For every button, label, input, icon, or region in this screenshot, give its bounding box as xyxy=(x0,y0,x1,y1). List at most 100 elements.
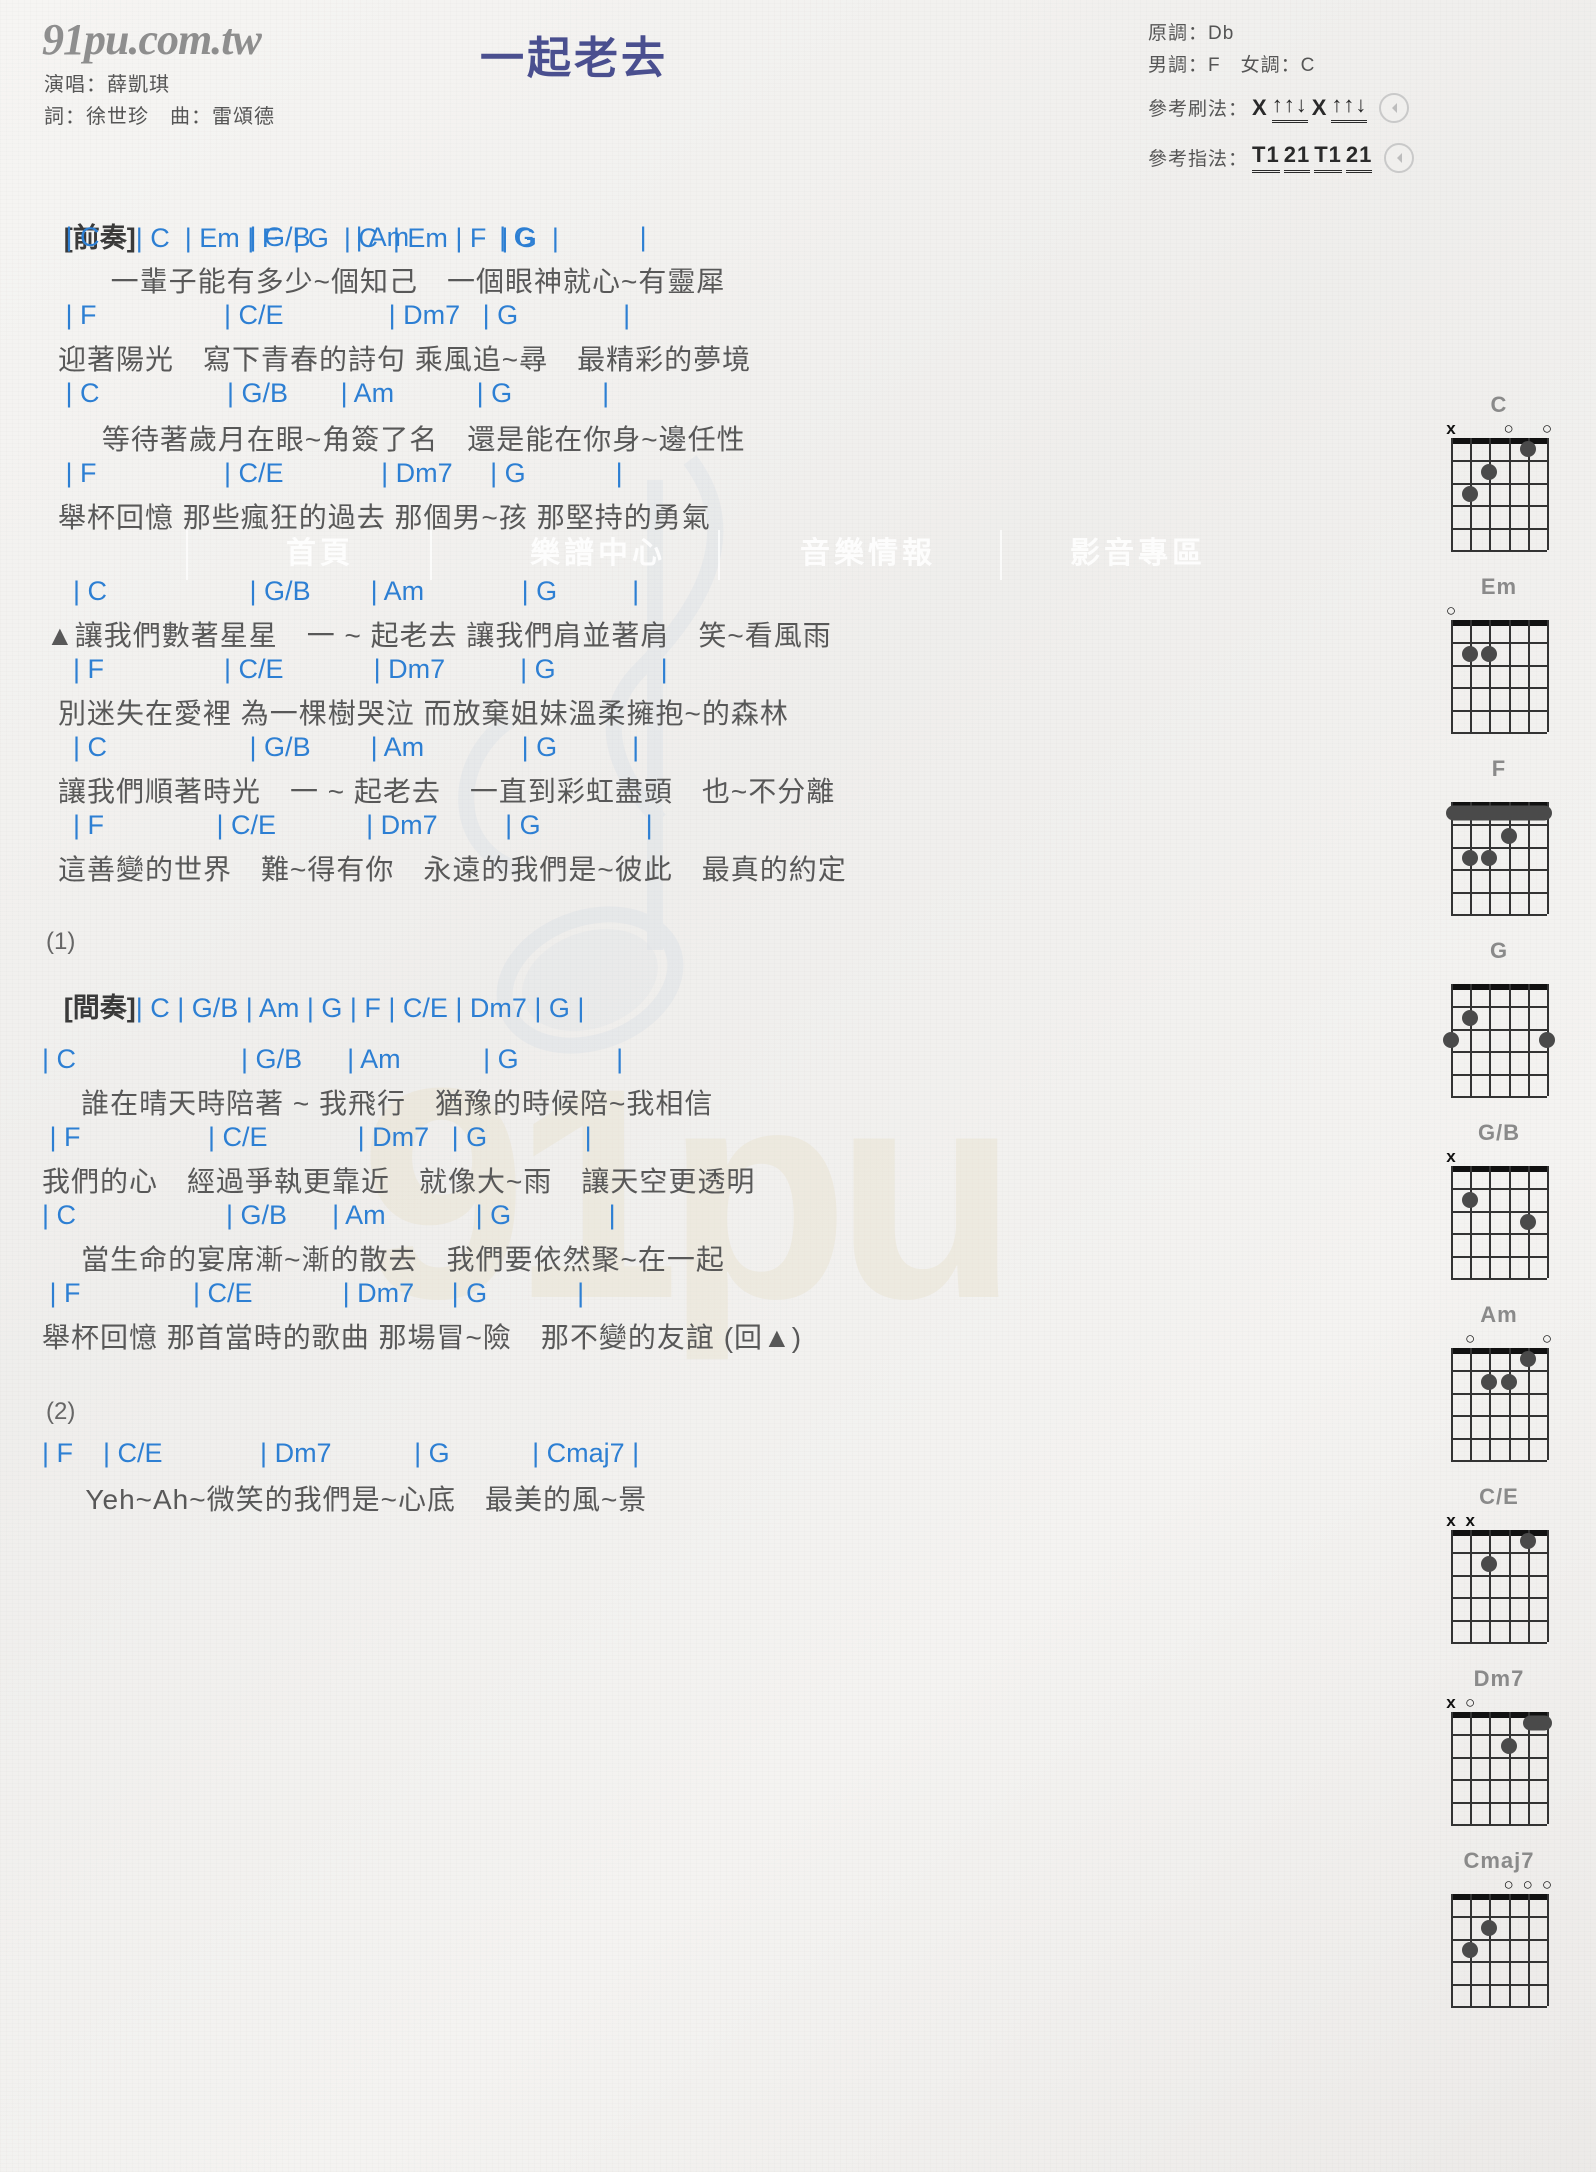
open-string-icon: ○ xyxy=(1465,1329,1476,1348)
chord-diagram-name: G xyxy=(1489,938,1509,963)
chord-diagram-f: F xyxy=(1424,756,1574,916)
chord-diagram-open-marks xyxy=(1424,966,1574,984)
fretboard-fret xyxy=(1451,914,1547,916)
site-logo: 91pu.com.tw xyxy=(42,15,262,64)
fretboard-fret xyxy=(1451,1619,1547,1622)
fretboard-finger-dot xyxy=(1462,486,1479,502)
chord-row: | C | G/B | Am | G | xyxy=(42,1200,616,1230)
chord-row: | F | C/E | Dm7 | G | xyxy=(58,458,623,488)
fretboard-fret xyxy=(1451,527,1547,530)
lyric-row: 讓我們順著時光 一 ~ 起老去 一直到彩虹盡頭 也~不分離 xyxy=(58,776,836,807)
fretboard-finger-dot xyxy=(1462,645,1479,662)
fretboard-finger-dot xyxy=(1481,645,1498,662)
watermark-nav-av: 影音專區 xyxy=(1070,537,1206,570)
open-string-icon: ○ xyxy=(1465,1693,1476,1712)
fretboard-string xyxy=(1489,1530,1492,1642)
chord-diagram-name: G/B xyxy=(1477,1120,1521,1145)
chord-diagram-name: Cmaj7 xyxy=(1463,1848,1535,1873)
chord-row: | C | G/B | Am | G | xyxy=(58,732,640,762)
chord-diagram-open-marks: x ○ ○ xyxy=(1424,420,1574,438)
finger-glyph-1: T1 xyxy=(1252,142,1280,173)
chord-diagram-dm7: Dm7 x ○ xyxy=(1424,1666,1574,1826)
chord-diagram-fretboard xyxy=(1443,984,1555,1098)
chord-row: | C | G/B | Am | G | xyxy=(58,576,640,606)
fretboard-string xyxy=(1489,1712,1492,1824)
fretboard-fret xyxy=(1451,505,1547,508)
fretboard-fret xyxy=(1451,1756,1547,1759)
interlude-tag: [間奏] xyxy=(63,993,136,1023)
speaker-icon-strum[interactable] xyxy=(1379,92,1410,123)
male-female-key-info: 男調：F 女調：C xyxy=(1148,55,1316,76)
fretboard-fret xyxy=(1451,642,1547,645)
fretboard-string xyxy=(1470,1348,1473,1460)
chord-row: | F | C/E | Dm7 | G | xyxy=(58,300,631,330)
fretboard-nut xyxy=(1451,1166,1547,1172)
fretboard-string xyxy=(1489,984,1492,1096)
fretboard-fret xyxy=(1451,732,1547,734)
fretboard-fret xyxy=(1451,1801,1547,1804)
chord-diagram-ce: C/E x x xyxy=(1424,1484,1574,1644)
chord-diagram-cmaj7: Cmaj7 ○ ○ ○ xyxy=(1424,1848,1574,2008)
fretboard-fret xyxy=(1451,1415,1547,1418)
fretboard-finger-dot xyxy=(1462,1942,1479,1958)
fretboard-string xyxy=(1527,1894,1530,2006)
fretboard-string xyxy=(1508,620,1511,732)
fretboard-string xyxy=(1547,620,1549,732)
finger-glyph-4: 21 xyxy=(1345,142,1373,173)
lyric-row: 等待著歲月在眼~角簽了名 還是能在你身~邊任性 xyxy=(58,424,746,455)
finger-glyph-3: T1 xyxy=(1314,142,1342,173)
chord-diagram-open-marks: xx xyxy=(1424,1512,1574,1530)
chord-diagram-open-marks: ○ xyxy=(1424,602,1574,620)
chord-diagram-am: Am ○ ○ xyxy=(1424,1302,1574,1462)
fretboard-barre xyxy=(1522,1715,1552,1731)
fretboard-fret xyxy=(1451,1028,1547,1031)
lyric-row: 舉杯回憶 那些瘋狂的過去 那個男~孩 那堅持的勇氣 xyxy=(58,502,711,533)
fretboard-finger-dot xyxy=(1500,1737,1517,1754)
fretboard-fret xyxy=(1451,1392,1547,1395)
speaker-icon-finger[interactable] xyxy=(1384,142,1415,173)
open-string-icon: ○ xyxy=(1503,419,1514,438)
lyric-row: 我們的心 經過爭執更靠近 就像大~雨 讓天空更透明 xyxy=(42,1166,756,1197)
fretboard-fret xyxy=(1451,1233,1547,1236)
fretboard-fret xyxy=(1451,1370,1547,1373)
fretboard-finger-dot xyxy=(1443,1032,1459,1048)
chord-diagram-open-marks: ○ ○ xyxy=(1424,1330,1574,1348)
fretboard-string xyxy=(1547,438,1549,550)
fretboard-string xyxy=(1547,1348,1549,1460)
fretboard-fret xyxy=(1451,1642,1547,1644)
fretboard-string xyxy=(1451,1712,1453,1824)
fretboard-nut xyxy=(1451,1894,1547,1900)
chord-diagram-fretboard xyxy=(1451,1166,1549,1280)
chord-row: | C | G/B | Am | G | xyxy=(42,1044,624,1074)
fretboard-fret xyxy=(1451,1210,1547,1213)
fretboard-fret xyxy=(1451,1983,1547,1986)
fretboard-fret xyxy=(1451,1552,1547,1555)
fretboard-string xyxy=(1451,620,1453,732)
strum-pattern-row: 參考刷法： X ↑↑↓ X ↑↑↓ xyxy=(1148,92,1410,123)
chord-diagram-fretboard xyxy=(1451,1712,1552,1826)
fretboard-nut xyxy=(1451,984,1547,990)
fretboard-fret xyxy=(1451,1460,1547,1462)
chord-diagram-open-marks: x xyxy=(1424,1148,1574,1166)
fretboard-string xyxy=(1508,1530,1511,1642)
fretboard-finger-dot xyxy=(1519,441,1536,458)
fretboard-finger-dot xyxy=(1481,463,1498,480)
finger-glyph-2: 21 xyxy=(1283,142,1311,173)
fretboard-fret xyxy=(1451,1006,1547,1009)
chord-diagram-c: Cx ○ ○ xyxy=(1424,392,1574,552)
chord-row: | C | G/B | Am | G | xyxy=(58,378,610,408)
chord-row: | C | G/B | Am | G | xyxy=(58,222,647,252)
fretboard-fret xyxy=(1451,1916,1547,1919)
open-string-icon: ○ xyxy=(1445,601,1457,620)
fretboard-finger-dot xyxy=(1519,1533,1536,1550)
chord-row: | F | C/E | Dm7 | G | xyxy=(42,1122,592,1152)
fretboard-fret xyxy=(1451,1096,1547,1098)
fretboard-string xyxy=(1508,1894,1511,2006)
chord-diagram-open-marks xyxy=(1424,784,1574,802)
fretboard-finger-dot xyxy=(1539,1032,1555,1048)
fretboard-fret xyxy=(1451,869,1547,872)
fretboard-string xyxy=(1508,1712,1511,1824)
lyric-row: 誰在晴天時陪著 ~ 我飛行 猶豫的時候陪~我相信 xyxy=(46,1088,714,1119)
fretboard-finger-dot xyxy=(1481,1555,1498,1572)
fretboard-nut xyxy=(1451,620,1547,626)
